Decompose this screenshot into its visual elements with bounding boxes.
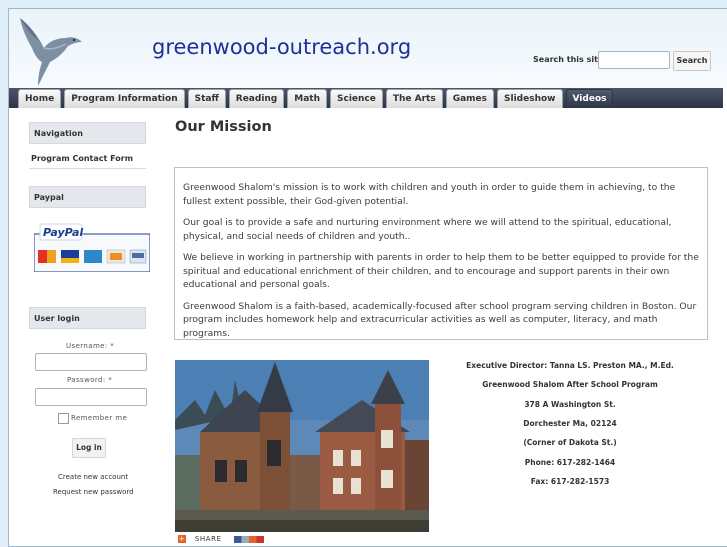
contact-city: Dorchester Ma, 02124 xyxy=(523,419,617,428)
program-contact-form-link[interactable]: Program Contact Form xyxy=(31,154,133,163)
tab-science[interactable]: Science xyxy=(330,89,383,108)
tab-home[interactable]: Home xyxy=(18,89,62,108)
create-account-link[interactable]: Create new account xyxy=(58,473,128,481)
mission-box: Greenwood Shalom's mission is to work wi… xyxy=(174,167,708,340)
remember-me-checkbox[interactable] xyxy=(58,413,69,424)
remember-me-label: Remember me xyxy=(71,414,128,422)
tab-reading[interactable]: Reading xyxy=(228,89,285,108)
search-label: Search this site: xyxy=(533,55,607,64)
tab-slideshow[interactable]: Slideshow xyxy=(497,89,563,108)
tab-math[interactable]: Math xyxy=(287,89,327,108)
tab-games[interactable]: Games xyxy=(445,89,495,108)
request-password-link[interactable]: Request new password xyxy=(53,488,134,496)
password-input[interactable] xyxy=(35,388,147,406)
navigation-block-title: Navigation xyxy=(29,122,146,144)
tab-the-arts[interactable]: The Arts xyxy=(385,89,443,108)
contact-corner: (Corner of Dakota St.) xyxy=(523,438,617,447)
mission-paragraph: We believe in working in partnership wit… xyxy=(183,252,699,290)
password-label: Password: * xyxy=(67,376,113,384)
tab-videos[interactable]: Videos xyxy=(565,89,614,108)
username-label: Username: * xyxy=(66,342,115,350)
search-input[interactable] xyxy=(598,51,670,69)
user-login-block-title: User login xyxy=(29,307,146,329)
tab-staff[interactable]: Staff xyxy=(187,89,226,108)
contact-street: 378 A Washington St. xyxy=(524,400,616,409)
dove-logo[interactable] xyxy=(16,14,84,86)
page-title: Our Mission xyxy=(175,119,272,135)
mission-paragraph: Our goal is to provide a safe and nurtur… xyxy=(183,217,672,242)
mission-paragraph: Greenwood Shalom's mission is to work wi… xyxy=(183,182,676,207)
contact-director: Executive Director: Tanna LS. Preston MA… xyxy=(466,361,674,370)
paypal-block-title: Paypal xyxy=(29,186,146,208)
mission-paragraph: Greenwood Shalom is a faith-based, acade… xyxy=(183,300,697,339)
contact-program: Greenwood Shalom After School Program xyxy=(482,380,658,389)
contact-fax: Fax: 617-282-1573 xyxy=(530,477,610,486)
sidebar-divider xyxy=(29,168,146,169)
tab-program-information[interactable]: Program Information xyxy=(64,89,185,108)
site-name[interactable]: greenwood-outreach.org xyxy=(152,35,411,59)
church-photo xyxy=(175,360,429,532)
username-input[interactable] xyxy=(35,353,147,371)
search-button[interactable]: Search xyxy=(673,51,711,71)
log-in-button[interactable]: Log in xyxy=(72,438,106,458)
share-label: SHARE xyxy=(194,535,222,543)
share-button[interactable]: + SHARE xyxy=(178,535,265,545)
contact-phone: Phone: 617-282-1464 xyxy=(524,458,616,467)
primary-tabs: Home Program Information Staff Reading M… xyxy=(18,88,614,108)
social-icons xyxy=(234,535,265,543)
share-plus-icon: + xyxy=(178,535,186,543)
paypal-logo[interactable]: PayPal xyxy=(34,222,150,272)
paypal-logo-text: PayPal xyxy=(43,226,83,239)
